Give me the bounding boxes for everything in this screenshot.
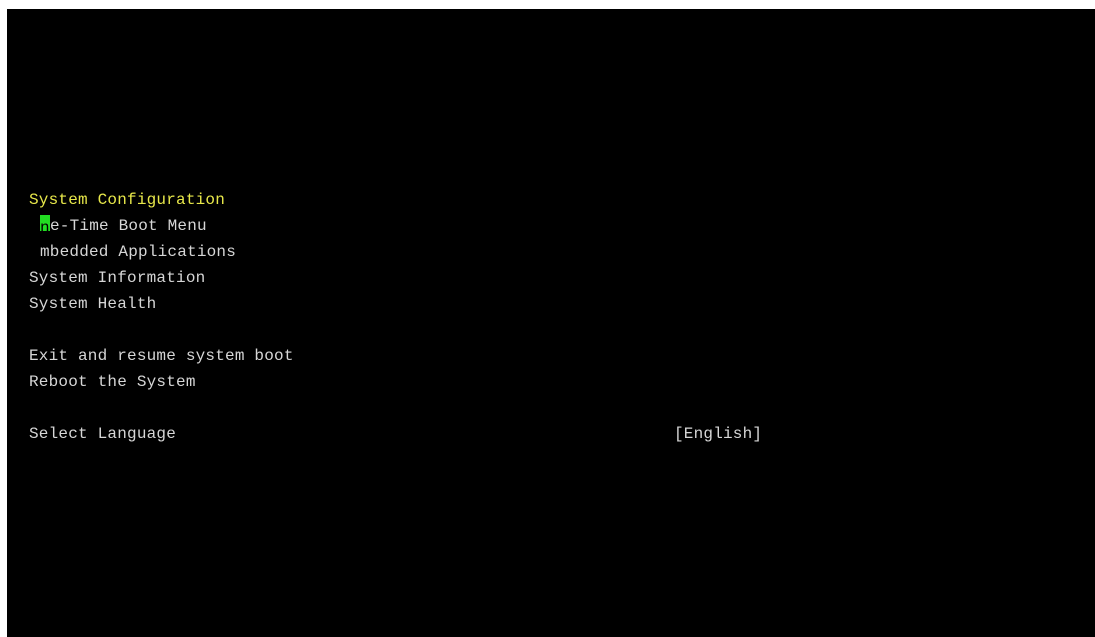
setup-menu: System Configuration ne-Time Boot Menu m…	[29, 187, 762, 447]
bios-screen: System Configuration ne-Time Boot Menu m…	[7, 9, 1095, 637]
menu-item-label: e-Time Boot Menu	[50, 217, 207, 235]
menu-item-system-configuration[interactable]: System Configuration	[29, 187, 294, 213]
menu-item-system-information[interactable]: System Information	[29, 265, 294, 291]
menu-item-exit-resume-boot[interactable]: Exit and resume system boot	[29, 343, 294, 369]
language-label: Select Language	[29, 425, 177, 443]
language-value[interactable]: [English]	[674, 421, 762, 447]
menu-item-embedded-applications[interactable]: mbedded Applications	[29, 239, 294, 265]
menu-item-system-health[interactable]: System Health	[29, 291, 294, 317]
menu-item-one-time-boot-menu[interactable]: ne-Time Boot Menu	[29, 213, 294, 239]
menu-item-label: mbedded Applications	[40, 243, 237, 261]
menu-item-reboot-system[interactable]: Reboot the System	[29, 369, 294, 395]
text-cursor: n	[40, 215, 50, 237]
menu-item-select-language[interactable]: Select Language [English]	[29, 421, 762, 447]
